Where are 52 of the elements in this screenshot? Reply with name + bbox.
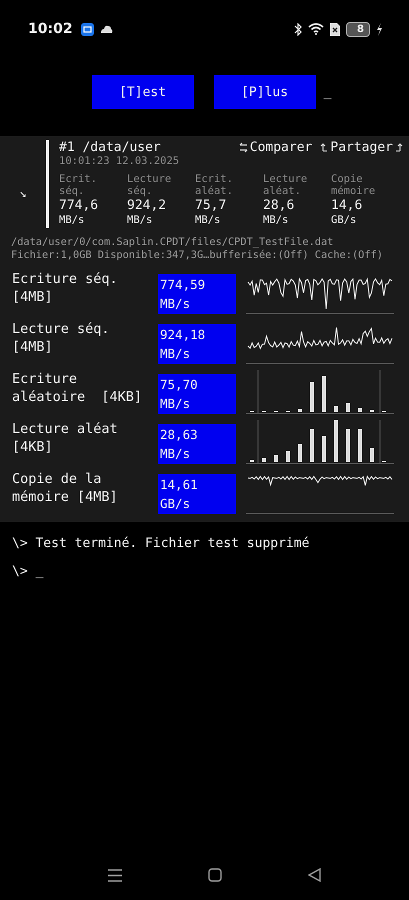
metric-label: Ecrit. séq.: [59, 173, 98, 198]
metric-value: 28,6: [263, 198, 296, 214]
wifi-icon: [308, 23, 324, 35]
metric-unit: GB/s: [331, 214, 358, 226]
toolbar-button[interactable]: [P]lus: [214, 75, 316, 109]
metric-value: 774,6: [59, 198, 100, 214]
test-result: 14,61 GB/s: [158, 474, 236, 514]
menu-icon[interactable]: [108, 868, 122, 882]
text-cursor: _: [36, 564, 44, 581]
clock: 10:02: [28, 21, 73, 37]
test-result: 774,59 MB/s: [158, 274, 236, 314]
test-label: Lecture aléat [4KB]: [12, 420, 119, 456]
compare-link[interactable]: Comparer: [238, 140, 312, 155]
timestamp: 10:01:23 12.03.2025: [59, 155, 180, 167]
metric-value: 924,2: [127, 198, 168, 214]
cloud-icon: [100, 25, 113, 33]
console-prompt: \>: [12, 564, 28, 581]
metric-label: Lecture séq.: [127, 173, 172, 198]
expand-toggle[interactable]: ↘: [0, 168, 46, 200]
metric-unit: MB/s: [59, 214, 86, 226]
metric-label: Copie mémoire: [331, 173, 376, 198]
home-icon[interactable]: [208, 868, 222, 882]
share-link[interactable]: Partager: [320, 140, 403, 155]
result-title: #1 /data/user: [59, 140, 161, 155]
battery-indicator: 8: [346, 22, 370, 36]
metric-value: 14,6: [331, 198, 364, 214]
metric-label: Ecrit. aléat.: [195, 173, 234, 198]
test-label: Ecriture aléatoire [4KB]: [12, 370, 144, 406]
toolbar-button[interactable]: [T]est: [92, 75, 194, 109]
metric-unit: MB/s: [127, 214, 154, 226]
test-label: Copie de la mémoire [4MB]: [12, 470, 119, 506]
share-arrow-icon: [320, 143, 328, 152]
text-cursor: _: [324, 84, 332, 100]
metric-unit: MB/s: [263, 214, 290, 226]
share-arrow-icon: [395, 143, 403, 152]
sim-icon: [330, 22, 340, 36]
console-line: \> Test terminé. Fichier test supprimé: [12, 536, 310, 553]
test-result: 75,70 MB/s: [158, 374, 236, 414]
bluetooth-icon: [294, 22, 302, 36]
charging-icon: [376, 22, 383, 36]
metric-unit: MB/s: [195, 214, 222, 226]
back-icon[interactable]: [308, 868, 321, 882]
metric-label: Lecture aléat.: [263, 173, 308, 198]
swap-arrows-icon: [238, 142, 248, 153]
app-notification-icon: [80, 22, 94, 36]
test-result: 28,63 MB/s: [158, 424, 236, 464]
file-info-line: Fichier:1,0GB Disponible:347,3G…bufferisée:(Off) Cache:(Off): [11, 249, 384, 262]
metric-value: 75,7: [195, 198, 228, 214]
test-label: Ecriture séq. [4MB]: [12, 270, 119, 306]
file-info-line: /data/user/0/com.Saplin.CPDT/files/CPDT_TestFile.dat: [11, 236, 334, 249]
test-result: 924,18 MB/s: [158, 324, 236, 364]
test-label: Lecture séq. [4MB]: [12, 320, 111, 356]
